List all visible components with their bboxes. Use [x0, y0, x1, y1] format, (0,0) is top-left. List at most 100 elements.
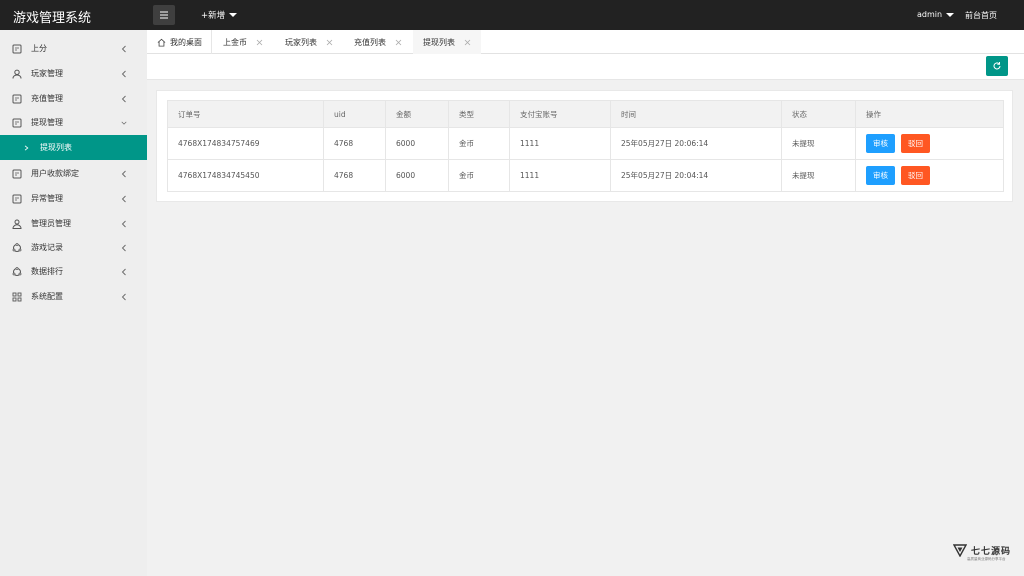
sidebar-item-admins[interactable]: 管理员管理 — [0, 211, 147, 236]
document-icon — [12, 194, 22, 203]
admin-dropdown[interactable]: admin — [917, 10, 955, 19]
caret-down-icon — [946, 12, 955, 17]
table-row: 4768X174834757469 4768 6000 金币 1111 25年0… — [167, 127, 1004, 160]
column-header: 支付宝账号 — [509, 100, 611, 128]
sidebar-item-rankings[interactable]: 数据排行 — [0, 259, 147, 284]
reject-button[interactable]: 驳回 — [901, 166, 930, 185]
sidebar-item-label: 用户收款绑定 — [31, 169, 79, 178]
type-cell: 金币 — [448, 127, 510, 160]
audit-button[interactable]: 审核 — [866, 166, 895, 185]
column-header: 状态 — [781, 100, 856, 128]
hamburger-icon — [160, 11, 168, 19]
tab-add-coins[interactable]: 上金币 — [223, 30, 263, 54]
table-header-row: 订单号 uid 金额 类型 支付宝账号 时间 状态 操作 — [167, 100, 1004, 128]
status-cell: 未提现 — [781, 127, 856, 160]
content-toolbar — [147, 54, 1024, 80]
actions-cell: 审核 驳回 — [855, 159, 1004, 192]
column-header: 金额 — [385, 100, 449, 128]
close-icon[interactable] — [326, 39, 333, 46]
document-icon — [12, 169, 22, 178]
tab-desktop[interactable]: 我的桌面 — [157, 30, 202, 54]
watermark-logo-icon — [953, 544, 967, 557]
column-header: uid — [323, 100, 386, 128]
tab-label: 上金币 — [223, 37, 247, 47]
actions-cell: 审核 驳回 — [855, 127, 1004, 160]
chevron-down-icon — [121, 121, 127, 125]
amount-cell: 6000 — [385, 159, 449, 192]
close-icon[interactable] — [256, 39, 263, 46]
reject-button[interactable]: 驳回 — [901, 134, 930, 153]
sidebar-item-withdraw[interactable]: 提现管理 — [0, 110, 147, 135]
sidebar-item-game-records[interactable]: 游戏记录 — [0, 235, 147, 260]
amount-cell: 6000 — [385, 127, 449, 160]
chevron-left-icon — [121, 220, 126, 227]
order-id-cell: 4768X174834745450 — [167, 159, 324, 192]
sidebar-item-label: 提现管理 — [31, 118, 63, 127]
tab-bar: 我的桌面 上金币 玩家列表 充值列表 提现列表 — [147, 30, 1024, 54]
sidebar: 上分 玩家管理 充值管理 提现管理 提现列表 用户收款绑定 异常管理 管理员管理… — [0, 30, 147, 576]
cycle-icon — [12, 266, 22, 276]
chevron-left-icon — [121, 268, 126, 275]
tab-recharge-list[interactable]: 充值列表 — [354, 30, 402, 54]
sidebar-item-label: 游戏记录 — [31, 243, 63, 252]
sidebar-item-label: 管理员管理 — [31, 219, 71, 228]
sidebar-item-payment-binding[interactable]: 用户收款绑定 — [0, 161, 147, 186]
sidebar-item-label: 异常管理 — [31, 194, 63, 203]
type-cell: 金币 — [448, 159, 510, 192]
add-new-dropdown[interactable]: +新增 — [201, 9, 238, 21]
sidebar-item-label: 数据排行 — [31, 267, 63, 276]
tab-withdraw-list[interactable]: 提现列表 — [413, 30, 481, 54]
menu-toggle-button[interactable] — [153, 5, 175, 25]
tab-label: 玩家列表 — [285, 37, 317, 47]
frontpage-link[interactable]: 前台首页 — [965, 10, 997, 21]
close-icon[interactable] — [464, 39, 471, 46]
column-header: 操作 — [855, 100, 1004, 128]
column-header: 类型 — [448, 100, 510, 128]
cycle-icon — [12, 242, 22, 252]
top-header: 游戏管理系统 +新增 admin 前台首页 — [0, 0, 1024, 30]
tab-label: 充值列表 — [354, 37, 386, 47]
add-new-label: +新增 — [201, 11, 226, 21]
tab-player-list[interactable]: 玩家列表 — [285, 30, 333, 54]
sidebar-item-label: 系统配置 — [31, 292, 63, 301]
alipay-cell: 1111 — [509, 127, 611, 160]
column-header: 订单号 — [167, 100, 324, 128]
sidebar-item-label: 上分 — [31, 44, 47, 53]
home-icon — [157, 38, 166, 47]
sidebar-item-withdraw-list[interactable]: 提现列表 — [0, 135, 147, 160]
sidebar-item-label: 玩家管理 — [31, 69, 63, 78]
sidebar-item-label: 提现列表 — [40, 143, 72, 152]
sidebar-item-score[interactable]: 上分 — [0, 36, 147, 61]
watermark: 七七源码 高质量商业源码分享平台 — [953, 543, 1011, 561]
watermark-subtext: 高质量商业源码分享平台 — [967, 557, 1006, 561]
close-icon[interactable] — [395, 39, 402, 46]
order-id-cell: 4768X174834757469 — [167, 127, 324, 160]
chevron-left-icon — [121, 70, 126, 77]
sidebar-item-players[interactable]: 玩家管理 — [0, 61, 147, 86]
withdraw-table: 订单号 uid 金额 类型 支付宝账号 时间 状态 操作 4768X174834… — [167, 100, 1004, 192]
table-row: 4768X174834745450 4768 6000 金币 1111 25年0… — [167, 159, 1004, 192]
document-icon — [12, 44, 22, 53]
sidebar-item-recharge[interactable]: 充值管理 — [0, 86, 147, 111]
status-cell: 未提现 — [781, 159, 856, 192]
app-title: 游戏管理系统 — [13, 11, 92, 26]
sidebar-item-system-config[interactable]: 系统配置 — [0, 284, 147, 309]
grid-icon — [12, 292, 22, 301]
column-header: 时间 — [610, 100, 782, 128]
sidebar-item-exceptions[interactable]: 异常管理 — [0, 186, 147, 211]
refresh-button[interactable] — [986, 56, 1008, 76]
document-icon — [12, 94, 22, 103]
chevron-left-icon — [121, 95, 126, 102]
chevron-right-icon — [24, 144, 29, 151]
audit-button[interactable]: 审核 — [866, 134, 895, 153]
uid-cell: 4768 — [323, 159, 386, 192]
chevron-left-icon — [121, 195, 126, 202]
time-cell: 25年05月27日 20:06:14 — [610, 127, 782, 160]
chevron-left-icon — [121, 45, 126, 52]
tab-label: 我的桌面 — [170, 37, 202, 47]
chevron-left-icon — [121, 170, 126, 177]
document-icon — [12, 118, 22, 127]
users-icon — [12, 219, 22, 229]
chevron-left-icon — [121, 244, 126, 251]
tab-label: 提现列表 — [423, 37, 455, 47]
